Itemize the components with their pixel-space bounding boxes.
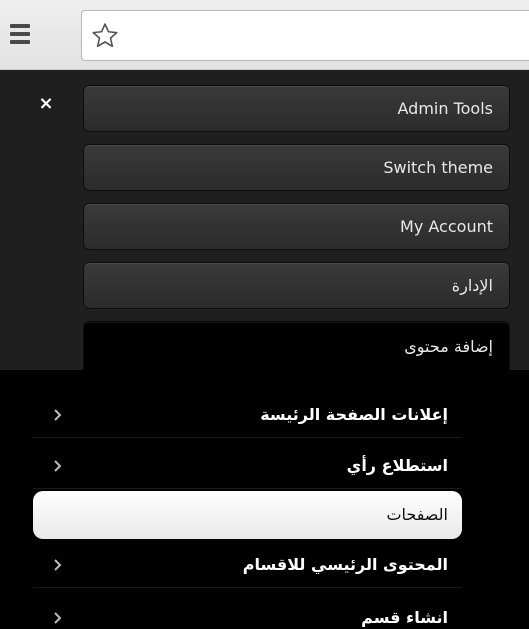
list-item-create-section[interactable]: انشاء قسم [33, 595, 462, 629]
administration-label: الإدارة [451, 276, 493, 295]
address-bar[interactable] [81, 10, 529, 61]
list-item-section-main-content[interactable]: المحتوى الرئيسي للاقسام [33, 542, 462, 588]
list-item-label: إعلانات الصفحة الرئيسة [260, 405, 448, 424]
list-item-label: استطلاع رأي [346, 456, 448, 475]
add-content-submenu: إعلانات الصفحة الرئيسة استطلاع رأي الصفح… [0, 370, 529, 629]
list-item-label: المحتوى الرئيسي للاقسام [242, 555, 448, 574]
hamburger-line [10, 32, 30, 36]
add-content-tab[interactable]: إضافة محتوى [83, 321, 510, 370]
chevron-left-icon [54, 612, 62, 624]
close-icon[interactable]: × [36, 94, 56, 114]
chevron-left-icon [54, 559, 62, 571]
switch-theme-label: Switch theme [383, 158, 493, 177]
admin-tools-button[interactable]: Admin Tools [83, 85, 510, 132]
page: × Admin Tools Switch theme My Account ال… [0, 0, 529, 629]
list-item-pages[interactable]: الصفحات [33, 491, 462, 539]
administration-button[interactable]: الإدارة [83, 262, 510, 309]
my-account-button[interactable]: My Account [83, 203, 510, 250]
switch-theme-button[interactable]: Switch theme [83, 144, 510, 191]
chevron-left-icon [54, 409, 62, 421]
list-item-label: انشاء قسم [361, 608, 448, 627]
admin-tools-label: Admin Tools [397, 99, 494, 118]
browser-toolbar [0, 0, 529, 70]
hamburger-menu-icon[interactable] [8, 22, 32, 46]
my-account-label: My Account [400, 217, 493, 236]
list-item-label: الصفحات [386, 505, 448, 524]
list-item-homepage-ads[interactable]: إعلانات الصفحة الرئيسة [33, 392, 462, 438]
add-content-label: إضافة محتوى [404, 336, 493, 356]
list-item-poll[interactable]: استطلاع رأي [33, 443, 462, 489]
chevron-left-icon [54, 460, 62, 472]
hamburger-line [10, 40, 30, 44]
star-outline-icon[interactable] [90, 21, 120, 51]
hamburger-line [10, 24, 30, 28]
admin-menu-panel: × Admin Tools Switch theme My Account ال… [0, 70, 529, 370]
